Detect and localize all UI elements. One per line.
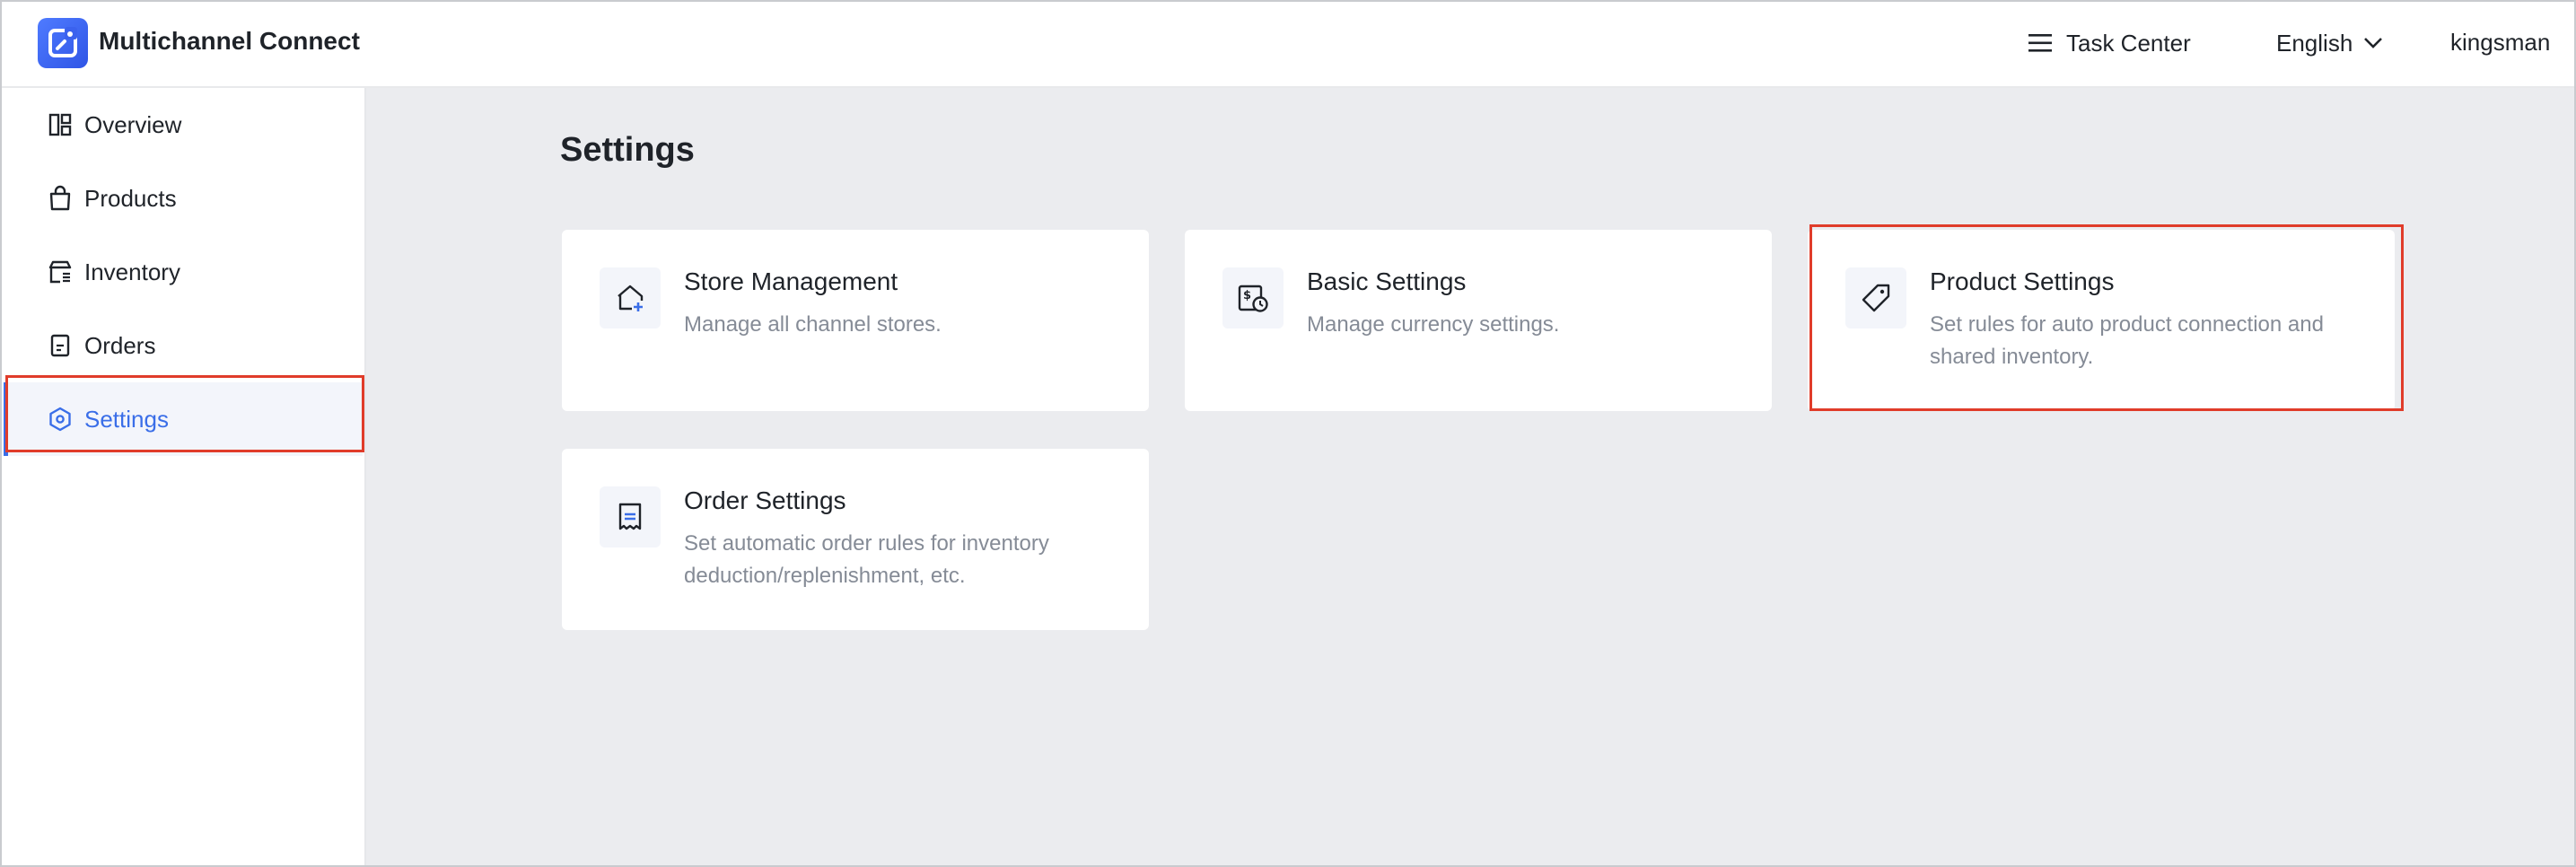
currency-icon: $: [1222, 267, 1284, 328]
basic-settings-card[interactable]: $ Basic Settings Manage currency setting…: [1185, 230, 1772, 411]
settings-hexagon-icon: [49, 407, 71, 432]
store-management-card[interactable]: Store Management Manage all channel stor…: [562, 230, 1149, 411]
sidebar-item-label: Overview: [84, 110, 182, 138]
sidebar-item-label: Orders: [84, 331, 156, 359]
card-description: Set rules for auto product connection an…: [1930, 312, 2324, 369]
order-settings-card[interactable]: Order Settings Set automatic order rules…: [562, 449, 1149, 630]
sidebar-item-settings[interactable]: Settings: [4, 382, 363, 456]
store-add-icon: [600, 267, 661, 328]
card-description: Manage currency settings.: [1307, 312, 1560, 337]
sidebar-item-orders[interactable]: Orders: [5, 309, 363, 382]
sidebar-item-label: Products: [84, 184, 177, 212]
card-description: Set automatic order rules for inventory …: [684, 531, 1049, 588]
username[interactable]: kingsman: [2450, 29, 2550, 57]
app-logo-icon: [38, 18, 88, 68]
sidebar-item-inventory[interactable]: Inventory: [5, 235, 363, 309]
sidebar-item-label: Settings: [84, 405, 169, 433]
orders-icon: [50, 334, 70, 357]
app-title: Multichannel Connect: [99, 27, 360, 55]
card-title: Order Settings: [684, 486, 846, 514]
card-title: Basic Settings: [1307, 267, 1467, 295]
chevron-down-icon: [2364, 38, 2383, 48]
card-title: Product Settings: [1930, 267, 2115, 295]
app-window: Multichannel Connect Task Center English…: [0, 0, 2576, 867]
main-content: Settings Store Management Manage all cha…: [366, 88, 2574, 865]
sidebar-item-overview[interactable]: Overview: [5, 88, 363, 162]
language-label: English: [2276, 29, 2353, 57]
card-title: Store Management: [684, 267, 898, 295]
tag-icon: [1845, 267, 1906, 328]
language-selector[interactable]: English: [2276, 27, 2383, 59]
menu-lines-icon: [2028, 34, 2052, 52]
page-title: Settings: [560, 131, 695, 169]
inventory-icon: [48, 260, 72, 284]
top-header: Multichannel Connect Task Center English…: [2, 2, 2574, 88]
overview-icon: [48, 113, 72, 136]
card-description: Manage all channel stores.: [684, 312, 942, 337]
sidebar-item-label: Inventory: [84, 258, 180, 285]
task-center-label: Task Center: [2066, 29, 2191, 57]
order-document-icon: [600, 486, 661, 547]
sidebar-item-products[interactable]: Products: [5, 162, 363, 235]
svg-text:$: $: [1243, 289, 1251, 302]
shopping-bag-icon: [49, 185, 71, 211]
sidebar: Overview Products Inventory Orders Setti…: [2, 88, 366, 865]
product-settings-card[interactable]: Product Settings Set rules for auto prod…: [1808, 230, 2395, 411]
task-center-button[interactable]: Task Center: [2028, 27, 2191, 59]
